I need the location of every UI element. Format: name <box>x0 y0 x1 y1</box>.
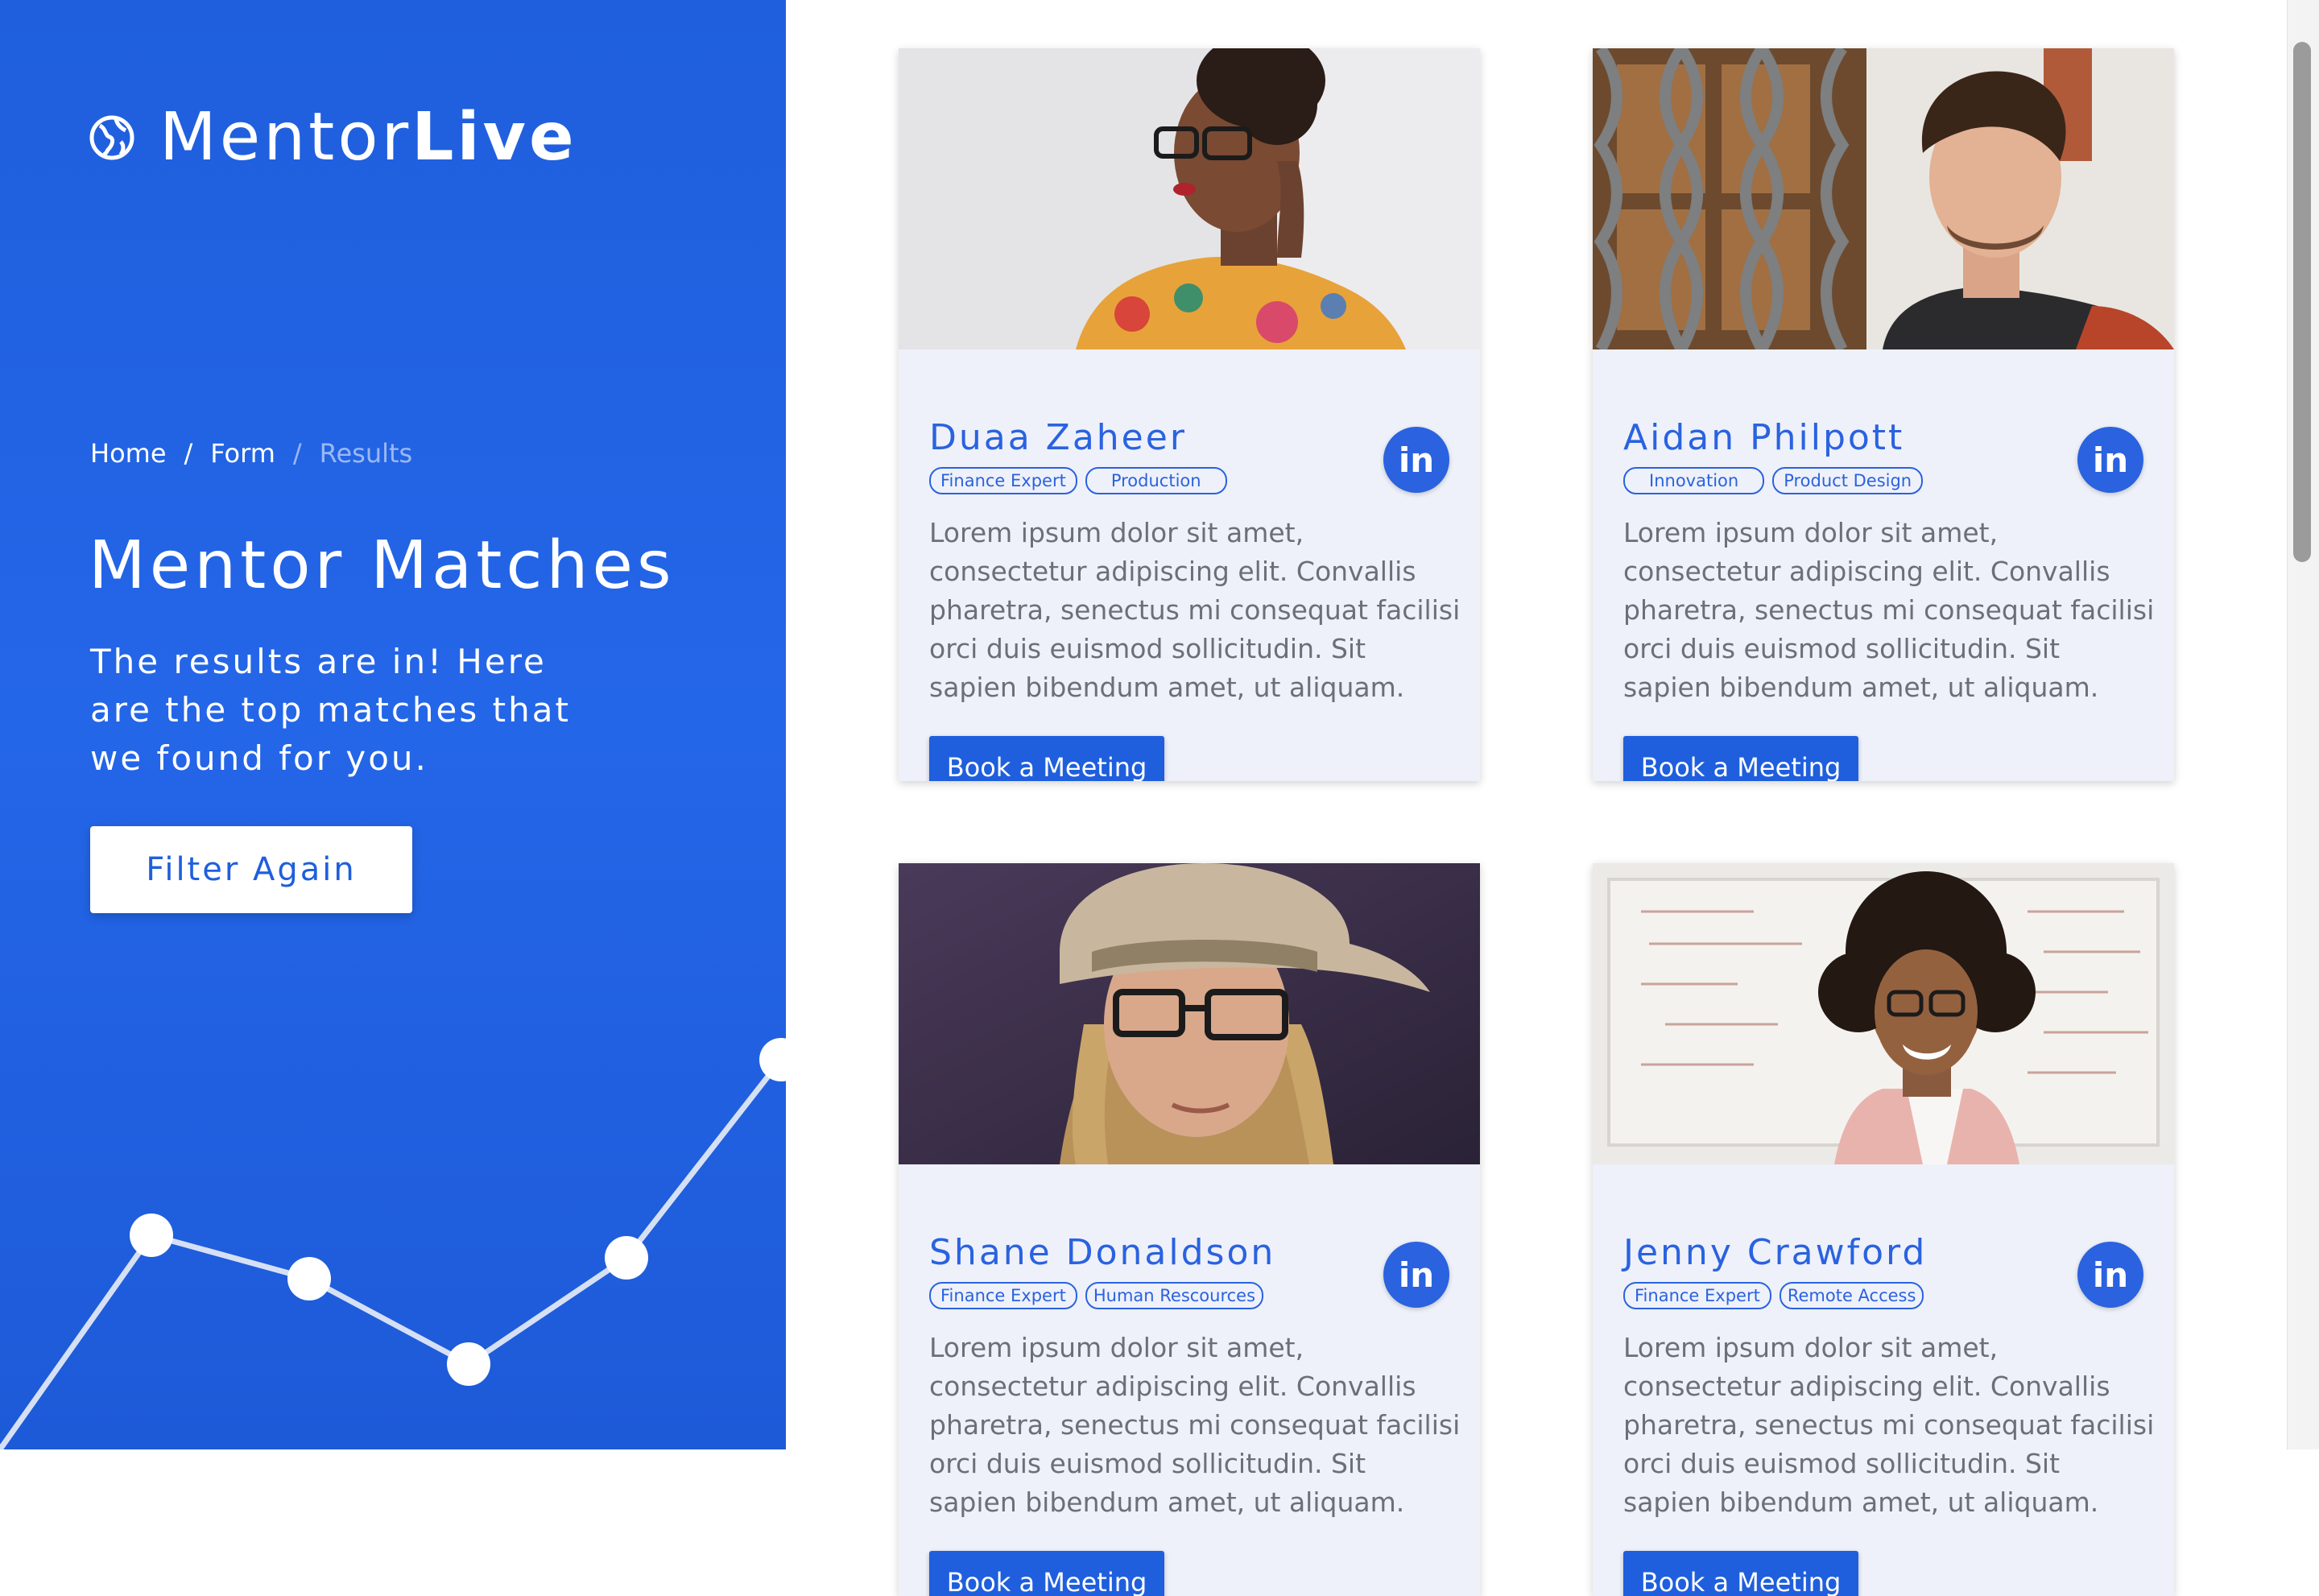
mentor-name: Shane Donaldson <box>929 1232 1276 1273</box>
brand-name-bold: Live <box>411 99 577 176</box>
tag-list: Innovation Product Design <box>1623 467 1924 494</box>
mentor-photo <box>899 48 1480 349</box>
brand-name: MentorLive <box>159 105 577 171</box>
book-meeting-button[interactable]: Book a Meeting <box>929 1551 1164 1596</box>
linkedin-icon[interactable]: in <box>1383 1242 1449 1308</box>
chart-point <box>605 1236 648 1280</box>
breadcrumb: Home / Form / Results <box>90 438 412 469</box>
expertise-tag: Human Rescources <box>1085 1282 1264 1309</box>
book-meeting-button[interactable]: Book a Meeting <box>1623 1551 1858 1596</box>
breadcrumb-results: Results <box>319 438 413 469</box>
brand-name-light: Mentor <box>159 99 412 176</box>
breadcrumb-form[interactable]: Form <box>210 438 275 469</box>
mentor-card: Duaa Zaheer Finance Expert Production in… <box>899 48 1480 781</box>
page-title: Mentor Matches <box>89 527 676 604</box>
breadcrumb-separator: / <box>292 438 302 469</box>
page-subtitle: The results are in! Here are the top mat… <box>90 642 571 778</box>
expertise-tag: Remote Access <box>1779 1282 1924 1309</box>
linkedin-icon[interactable]: in <box>2077 1242 2143 1308</box>
chart-point <box>759 1038 786 1081</box>
expertise-tag: Finance Expert <box>1623 1282 1771 1309</box>
mentor-photo <box>899 863 1480 1164</box>
chart-line <box>0 1057 783 1449</box>
expertise-tag: Finance Expert <box>929 1282 1077 1309</box>
expertise-tag: Innovation <box>1623 467 1765 494</box>
filter-again-button[interactable]: Filter Again <box>90 826 412 913</box>
expertise-tag: Product Design <box>1772 467 1924 494</box>
linkedin-icon[interactable]: in <box>2077 427 2143 493</box>
mentor-photo <box>1593 48 2174 349</box>
mentor-photo <box>1593 863 2174 1164</box>
breadcrumb-home[interactable]: Home <box>90 438 167 469</box>
expertise-tag: Production <box>1085 467 1227 494</box>
scrollbar-thumb[interactable] <box>2293 42 2311 562</box>
chart-point <box>287 1257 331 1300</box>
book-meeting-button[interactable]: Book a Meeting <box>1623 736 1858 781</box>
decorative-line-chart <box>0 1038 786 1449</box>
chart-point <box>130 1214 173 1257</box>
linkedin-icon[interactable]: in <box>1383 427 1449 493</box>
mentor-description: Lorem ipsum dolor sit amet, consectetur … <box>929 1332 1461 1518</box>
mentor-description: Lorem ipsum dolor sit amet, consectetur … <box>1623 1332 2155 1518</box>
tag-list: Finance Expert Human Rescources <box>929 1282 1264 1309</box>
expertise-tag: Finance Expert <box>929 467 1077 494</box>
mentor-card: Shane Donaldson Finance Expert Human Res… <box>899 863 1480 1596</box>
mentor-description: Lorem ipsum dolor sit amet, consectetur … <box>929 517 1461 703</box>
mentor-name: Jenny Crawford <box>1623 1232 1928 1273</box>
hero-panel: MentorLive Home / Form / Results Mentor … <box>0 0 786 1449</box>
book-meeting-button[interactable]: Book a Meeting <box>929 736 1164 781</box>
mentor-name: Aidan Philpott <box>1623 417 1905 458</box>
mentor-card: Jenny Crawford Finance Expert Remote Acc… <box>1593 863 2174 1596</box>
mentor-card: Aidan Philpott Innovation Product Design… <box>1593 48 2174 781</box>
brand-logo[interactable]: MentorLive <box>89 105 577 171</box>
mentor-description: Lorem ipsum dolor sit amet, consectetur … <box>1623 517 2155 703</box>
breadcrumb-separator: / <box>184 438 193 469</box>
tag-list: Finance Expert Production <box>929 467 1227 494</box>
globe-icon <box>89 115 134 160</box>
tag-list: Finance Expert Remote Access <box>1623 1282 1924 1309</box>
chart-point <box>447 1342 490 1386</box>
mentor-name: Duaa Zaheer <box>929 417 1187 458</box>
